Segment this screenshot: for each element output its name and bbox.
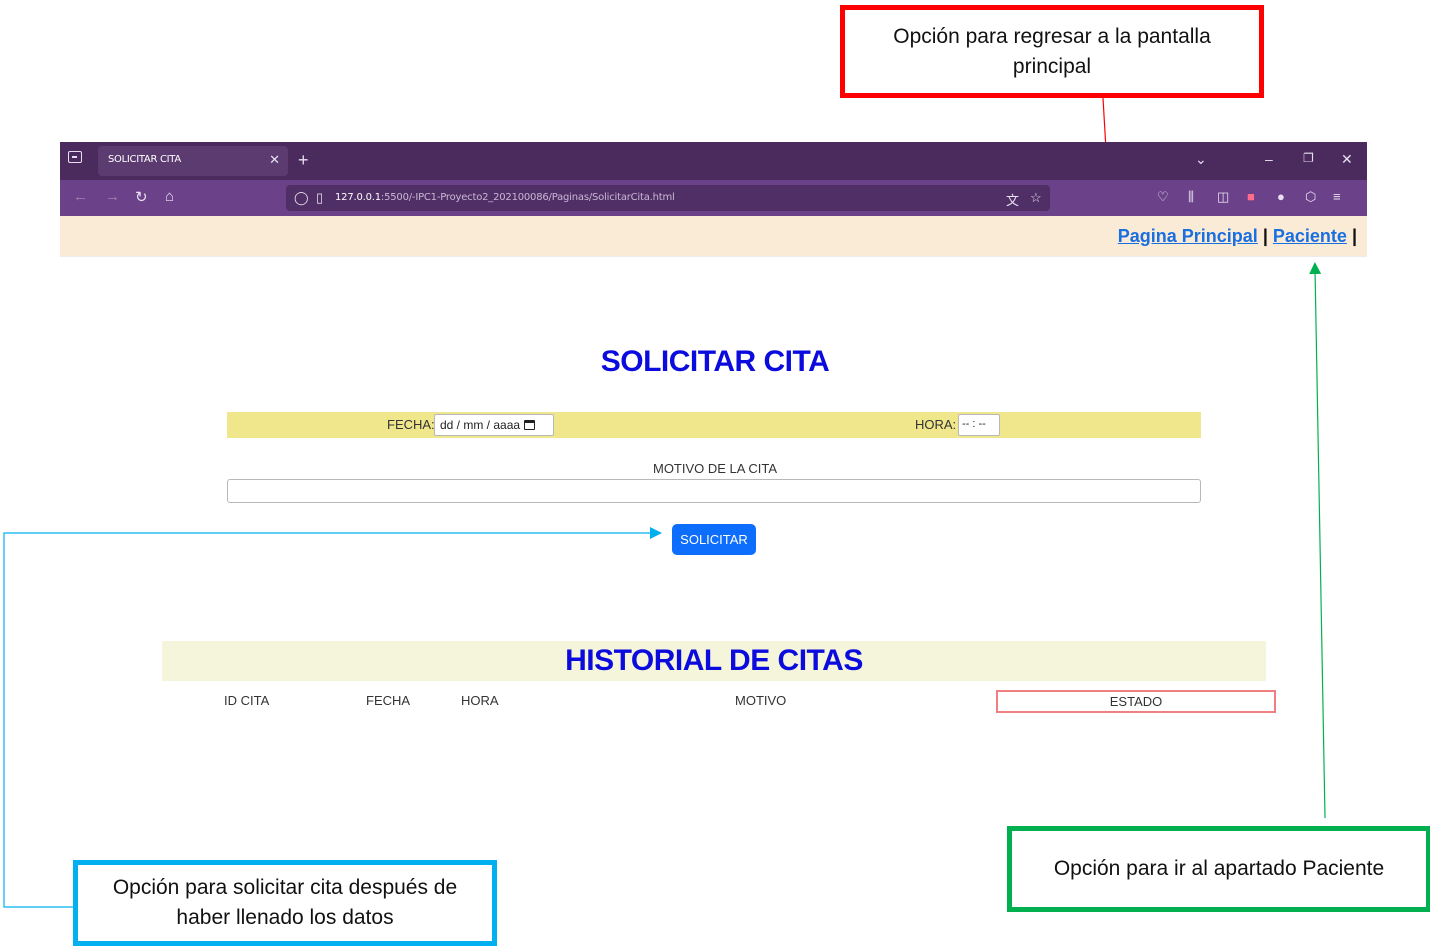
nav-toolbar: ← → ↻ ⌂ ◯ ▯ 127.0.0.1:5500/-IPC1-Proyect…	[60, 180, 1367, 216]
fecha-input[interactable]: dd / mm / aaaa	[434, 414, 554, 436]
chevron-down-icon[interactable]: ⌄	[1195, 151, 1207, 168]
column-header-estado: ESTADO	[996, 690, 1276, 713]
solicitar-button[interactable]: SOLICITAR	[672, 524, 756, 555]
pocket-icon[interactable]: ♡	[1157, 189, 1169, 205]
nav-separator: |	[1351, 226, 1357, 246]
callout-patient: Opción para ir al apartado Paciente	[1007, 826, 1430, 912]
tab-title: SOLICITAR CITA	[108, 154, 181, 165]
callout-main-page: Opción para regresar a la pantalla princ…	[840, 5, 1264, 98]
callout-main-page-text: Opción para regresar a la pantalla princ…	[893, 24, 1211, 78]
window-menu-icon[interactable]	[68, 151, 82, 163]
history-title: HISTORIAL DE CITAS	[565, 644, 863, 677]
extensions-icon[interactable]: ⬡	[1305, 189, 1316, 205]
close-icon[interactable]: ✕	[269, 152, 280, 168]
url-text: 127.0.0.1:5500/-IPC1-Proyecto2_202100086…	[335, 192, 675, 203]
extension-circle-icon[interactable]: ●	[1277, 189, 1285, 204]
page-title: SOLICITAR CITA	[600, 345, 830, 378]
page-icon: ▯	[316, 190, 324, 205]
shield-icon[interactable]: ◯	[294, 190, 309, 206]
blue-connector-line	[3, 527, 662, 908]
tab-solicitar-cita[interactable]: SOLICITAR CITA ✕	[98, 146, 288, 176]
motivo-input[interactable]	[227, 479, 1201, 503]
hora-label: HORA:	[915, 417, 957, 432]
back-icon[interactable]: ←	[73, 188, 88, 205]
calendar-icon[interactable]	[524, 420, 536, 430]
library-icon[interactable]: ⫼	[1188, 189, 1194, 205]
link-paciente[interactable]: Paciente	[1273, 226, 1347, 246]
forward-icon[interactable]: →	[105, 188, 120, 205]
sidebar-icon[interactable]: ◫	[1217, 189, 1229, 205]
address-bar[interactable]: ◯ ▯ 127.0.0.1:5500/-IPC1-Proyecto2_20210…	[286, 185, 1050, 211]
extension-pocket-icon[interactable]: ■	[1247, 189, 1255, 204]
page-navigation: Pagina Principal | Paciente |	[60, 216, 1367, 257]
date-time-row: FECHA: dd / mm / aaaa HORA: -- : --	[227, 412, 1201, 438]
callout-solicit-text: Opción para solicitar cita después de ha…	[112, 876, 458, 929]
new-tab-icon[interactable]: +	[298, 150, 309, 171]
callout-patient-text: Opción para ir al apartado Paciente	[1053, 857, 1385, 880]
translate-icon[interactable]: ⽂	[1006, 190, 1019, 209]
home-icon[interactable]: ⌂	[165, 188, 174, 205]
nav-separator: |	[1262, 226, 1268, 246]
url-path: :5500/-IPC1-Proyecto2_202100086/Paginas/…	[380, 192, 675, 203]
fecha-placeholder: dd / mm / aaaa	[440, 418, 521, 432]
nav-links: Pagina Principal | Paciente |	[1118, 226, 1357, 247]
hamburger-menu-icon[interactable]: ≡	[1333, 189, 1341, 204]
minimize-icon[interactable]: –	[1265, 151, 1273, 167]
column-header-id-cita: ID CITA	[224, 693, 270, 708]
bookmark-star-icon[interactable]: ☆	[1030, 190, 1042, 206]
window-close-icon[interactable]: ✕	[1341, 151, 1353, 168]
reload-icon[interactable]: ↻	[135, 188, 148, 206]
link-pagina-principal[interactable]: Pagina Principal	[1118, 226, 1258, 246]
restore-icon[interactable]: ❐	[1303, 151, 1314, 165]
tab-bar: SOLICITAR CITA ✕ + ⌄ – ❐ ✕	[60, 142, 1367, 180]
column-header-hora: HORA	[461, 693, 499, 708]
column-header-fecha: FECHA	[366, 693, 411, 708]
browser-window: SOLICITAR CITA ✕ + ⌄ – ❐ ✕ ← → ↻ ⌂ ◯ ▯ 1…	[60, 142, 1367, 258]
hora-placeholder: -- : --	[962, 418, 986, 430]
motivo-label: MOTIVO DE LA CITA	[652, 461, 777, 476]
callout-solicit: Opción para solicitar cita después de ha…	[73, 860, 497, 946]
column-header-motivo: MOTIVO	[735, 693, 787, 708]
fecha-label: FECHA:	[387, 417, 435, 432]
url-host: 127.0.0.1	[335, 192, 381, 203]
hora-input[interactable]: -- : --	[958, 414, 1000, 436]
